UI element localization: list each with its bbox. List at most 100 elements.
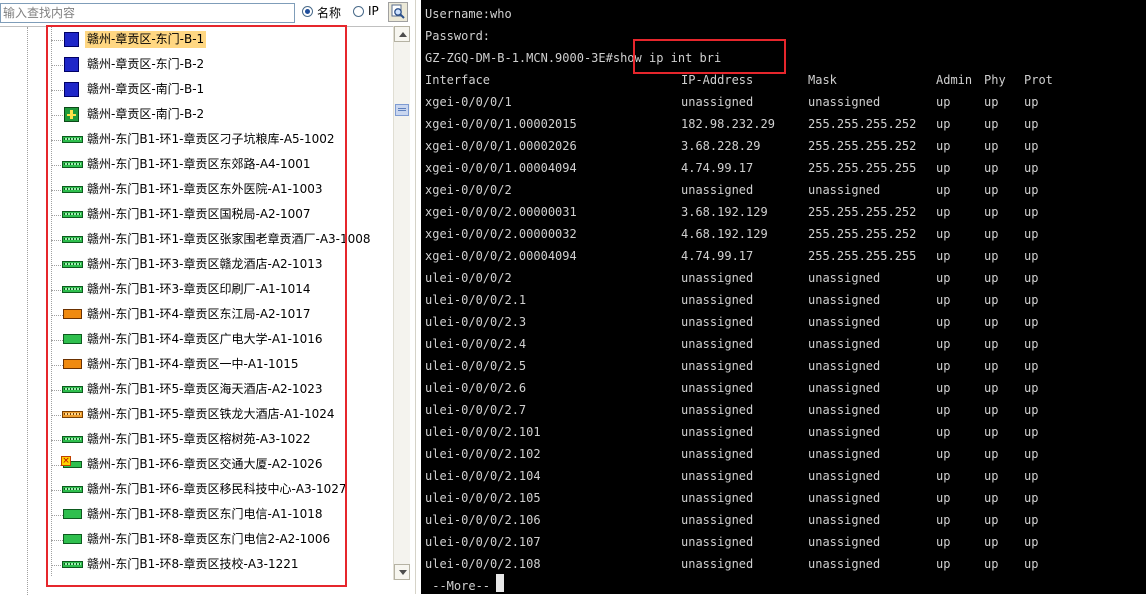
cell-interface: ulei-0/0/0/2.6 (425, 381, 527, 395)
header-interface: Interface (425, 73, 491, 87)
telnet-terminal[interactable]: Username:who Password: GZ-ZGQ-DM-B-1.MCN… (421, 0, 1146, 594)
cell-admin: up (936, 447, 951, 461)
cell-admin: up (936, 205, 951, 219)
cell-phy: up (984, 249, 999, 263)
cell-admin: up (936, 227, 951, 241)
cell-admin: up (936, 249, 951, 263)
cell-admin: up (936, 403, 951, 417)
cell-prot: up (1024, 293, 1039, 307)
cell-prot: up (1024, 271, 1039, 285)
cell-admin: up (936, 381, 951, 395)
interface-row: ulei-0/0/0/2.6 unassigned unassigned up up up (425, 377, 1125, 399)
cell-admin: up (936, 183, 951, 197)
scroll-up-button[interactable] (394, 26, 410, 42)
cell-phy: up (984, 271, 999, 285)
cell-prot: up (1024, 513, 1039, 527)
interface-row: ulei-0/0/0/2.105 unassigned unassigned up up… (425, 487, 1125, 509)
interface-row: xgei-0/0/0/2.00000032 4.68.192.129 255.255… (425, 223, 1125, 245)
magnifier-icon (391, 4, 405, 19)
scroll-down-button[interactable] (394, 564, 410, 580)
cell-ip-address: unassigned (681, 447, 754, 461)
cell-ip-address: unassigned (681, 271, 754, 285)
search-button[interactable] (388, 2, 408, 22)
scroll-thumb[interactable] (395, 104, 409, 116)
cell-phy: up (984, 491, 999, 505)
tree-scrollbar[interactable] (393, 26, 410, 580)
cell-ip-address: 3.68.228.29 (681, 139, 761, 153)
cell-mask: unassigned (808, 359, 881, 373)
password-line: Password: (425, 29, 491, 43)
interface-row: ulei-0/0/0/2.107 unassigned unassigned up up… (425, 531, 1125, 553)
cell-interface: xgei-0/0/0/2 (425, 183, 512, 197)
cell-ip-address: 3.68.192.129 (681, 205, 768, 219)
cell-mask: unassigned (808, 271, 881, 285)
interface-row: ulei-0/0/0/2.102 unassigned unassigned up up… (425, 443, 1125, 465)
cell-interface: ulei-0/0/0/2.1 (425, 293, 527, 307)
interface-row: xgei-0/0/0/1 unassigned unassigned up up up (425, 91, 1125, 113)
cell-admin: up (936, 513, 951, 527)
header-phy: Phy (984, 73, 1006, 87)
cell-phy: up (984, 425, 999, 439)
cell-mask: unassigned (808, 403, 881, 417)
username-line: Username:who (425, 7, 512, 21)
interface-row: ulei-0/0/0/2 unassigned unassigned up up up (425, 267, 1125, 289)
cell-interface: ulei-0/0/0/2.105 (425, 491, 541, 505)
cell-admin: up (936, 315, 951, 329)
header-admin: Admin (936, 73, 973, 87)
cell-ip-address: 4.74.99.17 (681, 249, 754, 263)
cell-mask: 255.255.255.252 (808, 117, 917, 131)
cell-ip-address: 182.98.232.29 (681, 117, 775, 131)
cell-mask: unassigned (808, 491, 881, 505)
interface-row: xgei-0/0/0/2 unassigned unassigned up up up (425, 179, 1125, 201)
cell-mask: 255.255.255.252 (808, 139, 917, 153)
search-input[interactable] (0, 3, 295, 23)
cell-phy: up (984, 403, 999, 417)
cell-phy: up (984, 183, 999, 197)
cell-prot: up (1024, 337, 1039, 351)
cell-prot: up (1024, 381, 1039, 395)
interface-row: xgei-0/0/0/2.00000031 3.68.192.129 255.255… (425, 201, 1125, 223)
interface-row: xgei-0/0/0/1.00002015 182.98.232.29 255.25… (425, 113, 1125, 135)
interface-row: ulei-0/0/0/2.101 unassigned unassigned up up… (425, 421, 1125, 443)
cell-mask: unassigned (808, 183, 881, 197)
cell-admin: up (936, 139, 951, 153)
command-highlight-frame (633, 39, 786, 74)
cell-phy: up (984, 447, 999, 461)
cell-mask: unassigned (808, 315, 881, 329)
cell-ip-address: unassigned (681, 359, 754, 373)
cell-prot: up (1024, 205, 1039, 219)
cell-ip-address: unassigned (681, 95, 754, 109)
cell-ip-address: unassigned (681, 425, 754, 439)
cell-ip-address: unassigned (681, 491, 754, 505)
cell-phy: up (984, 513, 999, 527)
cell-interface: ulei-0/0/0/2 (425, 271, 512, 285)
interface-row: ulei-0/0/0/2.5 unassigned unassigned up up up (425, 355, 1125, 377)
cell-phy: up (984, 139, 999, 153)
device-tree-panel: 名称 IP 赣州-章贡区-东门-B-1赣州-章贡区-东门-B-2赣州-章贡区-南… (0, 0, 415, 595)
interface-row: ulei-0/0/0/2.7 unassigned unassigned up up up (425, 399, 1125, 421)
cell-prot: up (1024, 249, 1039, 263)
cell-admin: up (936, 117, 951, 131)
cell-interface: xgei-0/0/0/2.00000031 (425, 205, 577, 219)
cell-mask: unassigned (808, 425, 881, 439)
cli-prompt: GZ-ZGQ-DM-B-1.MCN.9000-3E# (425, 51, 613, 65)
more-prompt: --More-- (425, 579, 491, 593)
cell-prot: up (1024, 227, 1039, 241)
cell-prot: up (1024, 535, 1039, 549)
cell-ip-address: unassigned (681, 513, 754, 527)
name-radio[interactable] (302, 6, 313, 17)
cell-phy: up (984, 95, 999, 109)
cell-admin: up (936, 535, 951, 549)
cell-ip-address: unassigned (681, 315, 754, 329)
chevron-down-icon (399, 570, 407, 575)
cell-interface: ulei-0/0/0/2.5 (425, 359, 527, 373)
cell-ip-address: unassigned (681, 183, 754, 197)
cell-interface: ulei-0/0/0/2.106 (425, 513, 541, 527)
cell-interface: xgei-0/0/0/1.00002015 (425, 117, 577, 131)
ip-radio[interactable] (353, 6, 364, 17)
cell-ip-address: unassigned (681, 381, 754, 395)
cell-mask: unassigned (808, 95, 881, 109)
cell-interface: xgei-0/0/0/1.00004094 (425, 161, 577, 175)
cell-prot: up (1024, 403, 1039, 417)
cell-mask: 255.255.255.252 (808, 227, 917, 241)
